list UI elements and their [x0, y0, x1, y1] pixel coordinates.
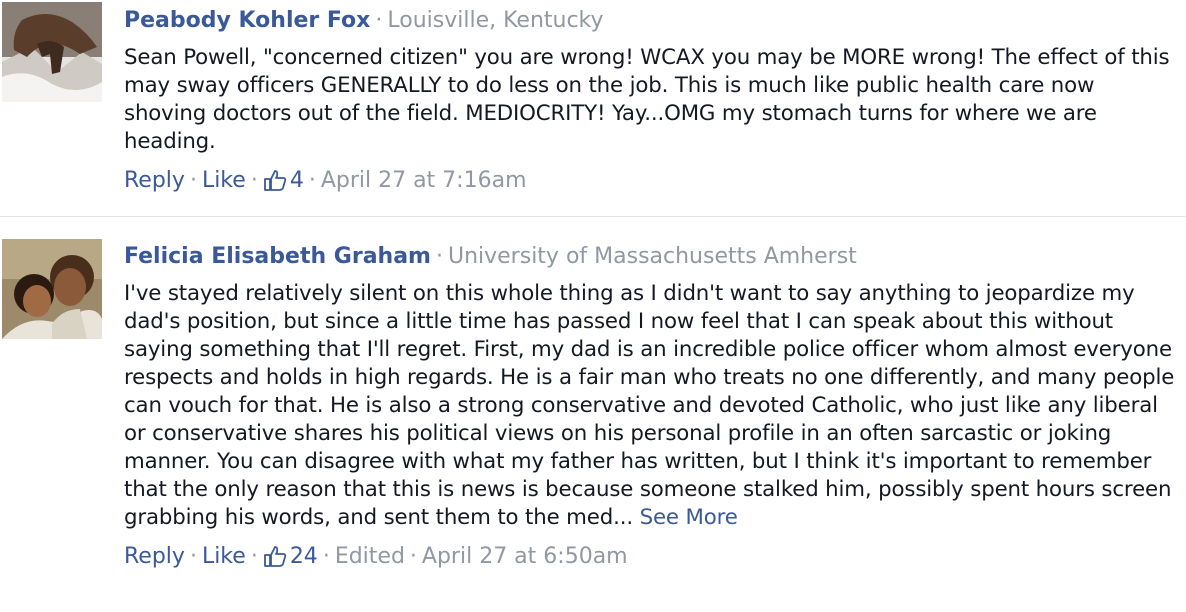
timestamp-link[interactable]: April 27 at 6:50am: [422, 544, 628, 569]
comment-text: I've stayed relatively silent on this wh…: [124, 280, 1178, 532]
reply-link[interactable]: Reply: [124, 544, 185, 569]
comment-actions: Reply · Like · 24 · Edited · April 27 at 6:50am: [124, 542, 1178, 576]
separator: ·: [375, 8, 383, 33]
separator: ·: [250, 168, 258, 193]
author-name-link[interactable]: Peabody Kohler Fox: [124, 8, 370, 33]
comment-body: Felicia Elisabeth Graham · University of M…: [124, 242, 1178, 576]
see-more-link[interactable]: See More: [640, 505, 738, 530]
like-link[interactable]: Like: [202, 168, 246, 193]
comment-text: Sean Powell, "concerned citizen" you are…: [124, 45, 1170, 154]
comment-text-content: I've stayed relatively silent on this wh…: [124, 281, 1175, 530]
comment-item: Peabody Kohler Fox · Louisville, Kentucky …: [0, 0, 1186, 213]
avatar-image: [2, 239, 102, 339]
separator: ·: [189, 544, 197, 569]
like-count-button[interactable]: 4: [263, 168, 304, 193]
separator: ·: [409, 544, 417, 569]
like-link[interactable]: Like: [202, 544, 246, 569]
comment-actions: Reply · Like · 4 · April 27 at 7:16am: [124, 166, 1178, 200]
thumbs-up-icon: [263, 169, 287, 200]
author-name-link[interactable]: Felicia Elisabeth Graham: [124, 244, 431, 269]
separator: ·: [250, 544, 258, 569]
like-count: 4: [289, 168, 304, 193]
comment-body: Peabody Kohler Fox · Louisville, Kentucky …: [124, 6, 1178, 200]
like-count: 24: [289, 544, 318, 569]
avatar-image: [2, 2, 102, 102]
comment-divider: [0, 216, 1186, 217]
like-count-button[interactable]: 24: [263, 544, 318, 569]
avatar[interactable]: [2, 239, 102, 339]
comment-item: Felicia Elisabeth Graham · University of M…: [0, 220, 1186, 612]
timestamp-link[interactable]: April 27 at 7:16am: [321, 168, 527, 193]
separator: ·: [308, 168, 316, 193]
separator: ·: [189, 168, 197, 193]
separator: ·: [322, 544, 330, 569]
author-affiliation: Louisville, Kentucky: [387, 8, 604, 33]
comment-header: Peabody Kohler Fox · Louisville, Kentucky: [124, 6, 1178, 36]
edited-label[interactable]: Edited: [335, 544, 405, 569]
avatar[interactable]: [2, 2, 102, 102]
separator: ·: [435, 244, 443, 269]
comment-header: Felicia Elisabeth Graham · University of M…: [124, 242, 1178, 272]
reply-link[interactable]: Reply: [124, 168, 185, 193]
author-affiliation: University of Massachusetts Amherst: [447, 244, 857, 269]
thumbs-up-icon: [263, 545, 287, 576]
